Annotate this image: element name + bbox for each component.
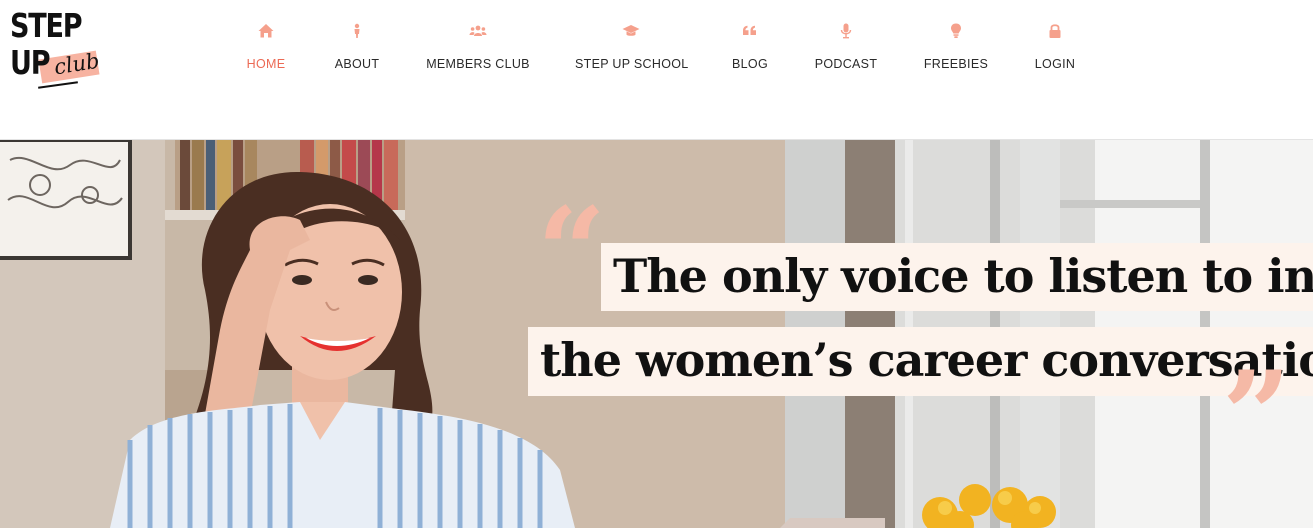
- hero-tagline-line1: The only voice to listen to in: [601, 243, 1313, 311]
- nav-about[interactable]: ABOUT: [333, 22, 381, 71]
- person-icon: [354, 23, 360, 38]
- nav-about-label: ABOUT: [334, 57, 380, 71]
- nav-login-label: LOGIN: [1034, 57, 1076, 71]
- nav-blog[interactable]: BLOG: [730, 22, 770, 71]
- nav-podcast[interactable]: PODCAST: [814, 22, 878, 71]
- microphone-icon: [840, 23, 852, 39]
- lock-icon: [1049, 24, 1061, 38]
- nav-freebies-label: FREEBIES: [923, 57, 989, 71]
- graduation-cap-icon: [622, 25, 640, 36]
- nav-podcast-label: PODCAST: [814, 57, 878, 71]
- nav-login[interactable]: LOGIN: [1033, 22, 1077, 71]
- nav-members-club-label: MEMBERS CLUB: [426, 57, 530, 71]
- nav-members-club[interactable]: MEMBERS CLUB: [425, 22, 531, 71]
- hero-banner: “ The only voice to listen to in the wom…: [0, 140, 1313, 528]
- main-nav: HOME ABOUT MEMBERS CLUB STEP UP SCHOOL B…: [0, 0, 1313, 90]
- group-icon: [469, 25, 487, 36]
- hero-tagline-line2-text: the women’s career conversation.: [540, 333, 1313, 387]
- lightbulb-icon: [951, 23, 961, 38]
- close-quote-mark: ”: [1222, 345, 1292, 486]
- home-icon: [258, 24, 274, 38]
- open-quote-mark: “: [537, 181, 607, 322]
- site-header: STEP UP club HOME ABOUT MEMBERS CLUB STE…: [0, 0, 1313, 140]
- nav-step-up-school[interactable]: STEP UP SCHOOL: [575, 22, 689, 71]
- nav-home[interactable]: HOME: [244, 22, 288, 71]
- nav-step-up-school-label: STEP UP SCHOOL: [575, 57, 689, 71]
- nav-blog-label: BLOG: [732, 57, 768, 71]
- hero-tagline-line2: the women’s career conversation.: [528, 327, 1313, 396]
- nav-freebies[interactable]: FREEBIES: [922, 22, 990, 71]
- nav-home-label: HOME: [246, 57, 286, 71]
- hero-tagline-line1-text: The only voice to listen to in: [613, 249, 1313, 303]
- quote-icon: [743, 25, 756, 35]
